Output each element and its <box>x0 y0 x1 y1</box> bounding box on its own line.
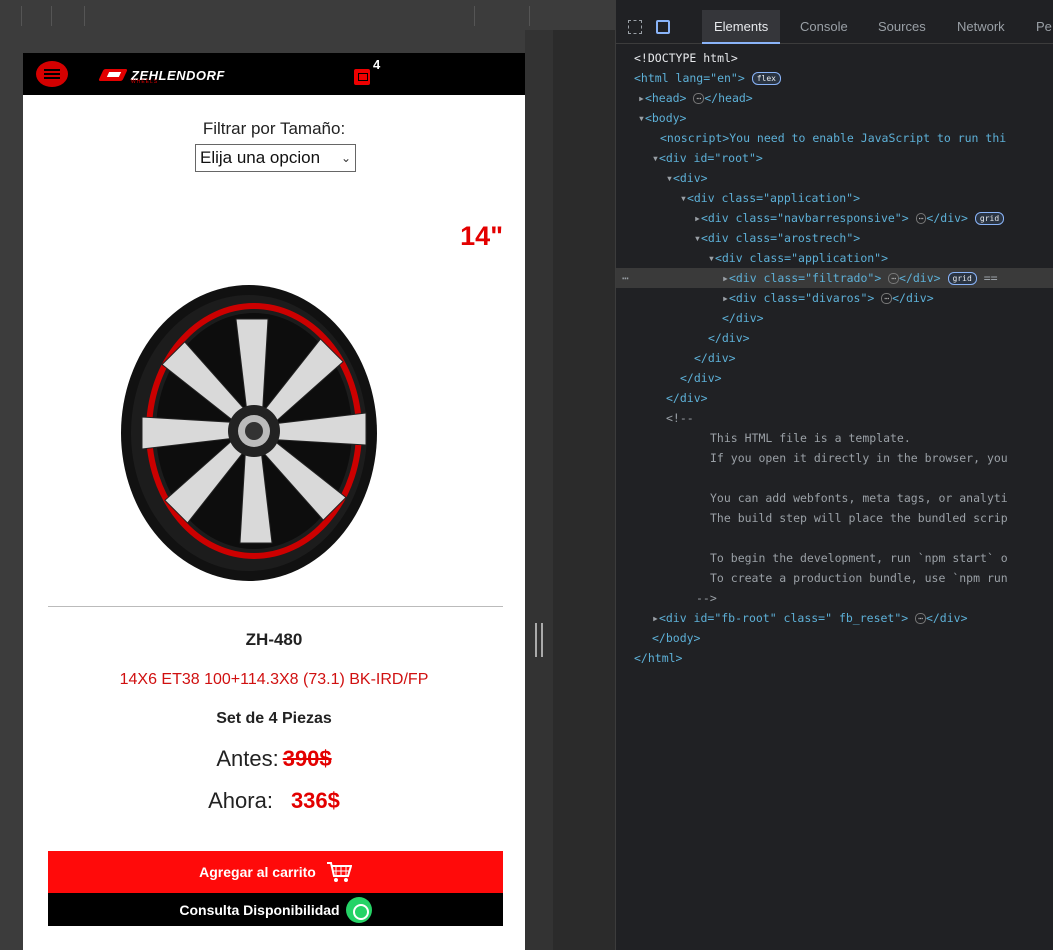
device-toolbar-icon[interactable] <box>656 20 670 34</box>
collapse-arrow-icon: ▾ <box>638 111 645 125</box>
dom-node[interactable]: <html lang="en"> flex <box>634 68 1053 88</box>
navbar: ZEHLENDORF WHEELS 4 <box>23 53 525 95</box>
dom-node-selected[interactable]: ⋯ ▸<div class="filtrado"> ⋯ </div> grid == <box>616 268 1053 288</box>
dom-node[interactable]: <!DOCTYPE html> <box>634 48 1053 68</box>
price-before: Antes: 390$ <box>23 746 525 772</box>
dom-node[interactable]: ▸<div class="navbarresponsive"> ⋯ </div> … <box>694 208 1053 228</box>
expand-arrow-icon: ▸ <box>638 91 645 105</box>
dom-comment: --> <box>696 591 717 605</box>
dom-node: </div> <box>722 311 764 325</box>
viewport-gutter-right <box>553 30 615 950</box>
price-before-label: Antes: <box>216 746 279 771</box>
dom-node: </div> <box>666 391 708 405</box>
price-now-value: 336$ <box>290 788 340 813</box>
shopping-cart-icon <box>326 862 352 882</box>
tab-elements[interactable]: Elements <box>702 10 781 44</box>
product-set-info: Set de 4 Piezas <box>216 710 332 727</box>
dom-comment: <!-- <box>666 411 694 425</box>
check-availability-button[interactable]: Consulta Disponibilidad <box>48 893 503 926</box>
wheel-size-label: 14" <box>460 221 503 251</box>
dom-comment-line: This HTML file is a template. <box>710 431 911 445</box>
size-filter-select[interactable]: Elija una opcion ⌄ <box>195 144 356 172</box>
product-model: ZH-480 <box>245 630 303 649</box>
price-now-label: Ahora: <box>208 788 273 813</box>
tab-network[interactable]: Network <box>957 10 1005 44</box>
product-spec: 14X6 ET38 100+114.3X8 (73.1) BK-IRD/FP <box>119 671 429 688</box>
dom-comment-line: To create a production bundle, use `npm … <box>710 571 1008 585</box>
dom-node: </div> <box>694 351 736 365</box>
check-availability-label: Consulta Disponibilidad <box>179 901 340 918</box>
tab-console[interactable]: Console <box>800 10 848 44</box>
dom-node: </body> <box>652 631 701 645</box>
devtools-tab-bar: Elements Console Sources Network Pe <box>616 10 1053 44</box>
toolbar-segment <box>22 6 52 26</box>
dom-comment-line: To begin the development, run `npm start… <box>710 551 1008 565</box>
dom-node[interactable]: ▸<div class="divaros"> ⋯ </div> <box>722 288 1053 308</box>
dom-comment-line: The build step will place the bundled sc… <box>710 511 1008 525</box>
viewport-gutter <box>525 30 553 950</box>
cart-count-badge: 4 <box>373 57 381 72</box>
hamburger-menu-icon[interactable] <box>36 61 68 87</box>
flex-badge[interactable]: flex <box>751 72 781 85</box>
dom-node[interactable]: ▾<div class="application"> <box>708 248 1053 268</box>
size-filter-value: Elija una opcion <box>200 148 321 167</box>
dom-node: </div> <box>680 371 722 385</box>
cart-icon[interactable] <box>354 69 370 85</box>
dom-node: </html> <box>634 651 683 665</box>
dom-node[interactable]: <noscript>You need to enable JavaScript … <box>660 128 1053 148</box>
collapsed-ellipsis-icon: ⋯ <box>693 93 705 104</box>
brand-logo[interactable]: ZEHLENDORF WHEELS <box>101 64 225 86</box>
dom-node: </div> <box>708 331 750 345</box>
resize-handle[interactable] <box>535 623 543 657</box>
toolbar-segment <box>52 6 85 26</box>
tab-more[interactable]: Pe <box>1036 10 1052 44</box>
dom-comment-line: You can add webfonts, meta tags, or anal… <box>710 491 1008 505</box>
devtools-panel: Elements Console Sources Network Pe <!DO… <box>615 0 1053 950</box>
browser-viewport: ZEHLENDORF WHEELS 4 Filtrar por Tamaño: … <box>0 0 615 950</box>
add-to-cart-button[interactable]: Agregar al carrito <box>48 851 503 893</box>
mobile-page: ZEHLENDORF WHEELS 4 Filtrar por Tamaño: … <box>23 53 525 950</box>
dom-comment-line: If you open it directly in the browser, … <box>710 451 1008 465</box>
dom-node[interactable]: ▾<div class="arostrech"> <box>694 228 1053 248</box>
price-before-value: 390$ <box>282 746 332 771</box>
chevron-down-icon: ⌄ <box>340 151 351 165</box>
grid-badge[interactable]: grid <box>947 272 977 285</box>
inspect-element-icon[interactable] <box>628 20 642 34</box>
dom-node[interactable]: ▾<div> <box>666 168 1053 188</box>
toolbar-segment <box>0 6 22 26</box>
whatsapp-icon <box>345 896 372 923</box>
logo-subtext: WHEELS <box>131 79 159 85</box>
price-now: Ahora: 336$ <box>23 788 525 814</box>
dom-node[interactable]: ▾<div id="root"> <box>652 148 1053 168</box>
add-to-cart-label: Agregar al carrito <box>199 864 316 880</box>
dom-node[interactable]: ▸<div id="fb-root" class=" fb_reset"> ⋯ <… <box>652 608 1053 628</box>
tab-sources[interactable]: Sources <box>878 10 926 44</box>
browser-toolbar <box>0 0 615 30</box>
filter-label: Filtrar por Tamaño: <box>202 119 346 138</box>
logo-mark-icon <box>101 66 129 84</box>
divider <box>48 606 503 607</box>
dom-node[interactable]: ▾<body> <box>638 108 1053 128</box>
toolbar-segment <box>475 6 530 26</box>
grid-badge[interactable]: grid <box>974 212 1005 225</box>
wheel-product-image[interactable] <box>114 273 384 583</box>
dom-node[interactable]: ▾<div class="application"> <box>680 188 1053 208</box>
dom-node[interactable]: ▸<head> ⋯ </head> <box>638 88 1053 108</box>
toolbar-segment <box>85 6 475 26</box>
